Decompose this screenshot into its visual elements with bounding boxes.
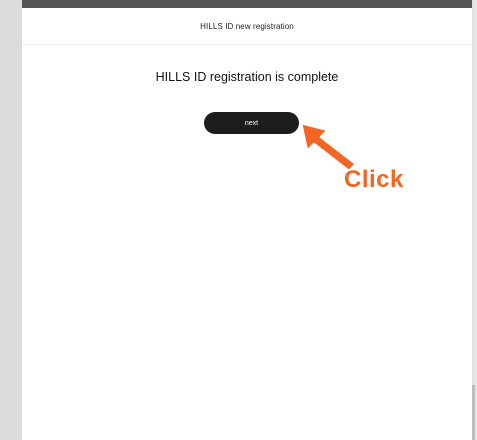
next-button[interactable]: next bbox=[204, 112, 299, 134]
page: HILLS ID new registration HILLS ID regis… bbox=[0, 0, 477, 440]
click-annotation-label: Click bbox=[344, 166, 404, 193]
page-title: HILLS ID new registration bbox=[200, 21, 294, 31]
arrow-shape bbox=[299, 121, 358, 172]
top-bar bbox=[22, 0, 472, 8]
page-header: HILLS ID new registration bbox=[22, 8, 472, 45]
completion-message: HILLS ID registration is complete bbox=[155, 70, 339, 84]
arrow-pointer-icon bbox=[299, 121, 358, 172]
scrollbar[interactable] bbox=[472, 385, 475, 440]
registration-frame: HILLS ID new registration HILLS ID regis… bbox=[22, 0, 472, 440]
left-gutter bbox=[0, 0, 22, 440]
